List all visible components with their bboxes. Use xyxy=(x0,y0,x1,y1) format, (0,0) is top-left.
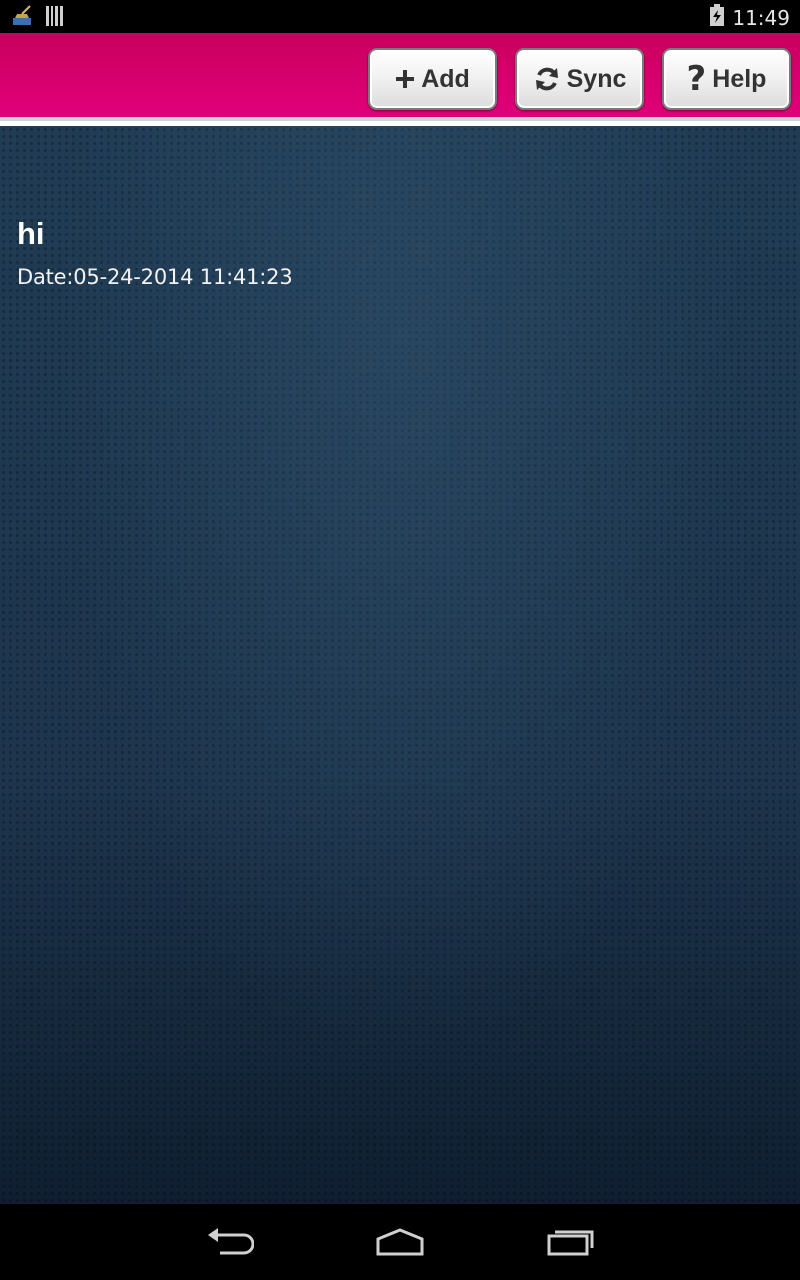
sync-button[interactable]: Sync xyxy=(515,48,644,110)
barcode-notification-icon xyxy=(46,6,64,31)
status-notifications xyxy=(12,5,64,32)
back-button[interactable] xyxy=(200,1224,260,1264)
question-icon: ? xyxy=(686,59,707,99)
refresh-icon xyxy=(533,65,561,93)
back-icon xyxy=(206,1227,255,1262)
list-item[interactable]: hi Date:05-24-2014 11:41:23 xyxy=(0,206,800,306)
status-bar: 11:49 xyxy=(0,0,800,33)
broom-notification-icon xyxy=(12,5,34,32)
battery-charging-icon xyxy=(710,4,725,31)
recent-apps-button[interactable] xyxy=(541,1224,601,1264)
note-title: hi xyxy=(17,216,45,251)
plus-icon xyxy=(395,69,415,89)
help-button-label: Help xyxy=(712,64,767,93)
status-time: 11:49 xyxy=(732,5,790,30)
sync-button-label: Sync xyxy=(566,64,627,93)
help-button[interactable]: ? Help xyxy=(662,48,791,110)
add-button-label: Add xyxy=(421,64,470,93)
home-button[interactable] xyxy=(370,1224,430,1264)
home-icon xyxy=(374,1227,426,1262)
recent-apps-icon xyxy=(546,1227,596,1262)
navigation-bar xyxy=(0,1204,800,1280)
notes-list: hi Date:05-24-2014 11:41:23 xyxy=(0,126,800,1204)
status-system: 11:49 xyxy=(710,4,790,31)
add-button[interactable]: Add xyxy=(368,48,497,110)
app-screen: 11:49 Add Sync ? Help hi Date:05-24-2014… xyxy=(0,0,800,1280)
note-date: Date:05-24-2014 11:41:23 xyxy=(17,265,293,289)
